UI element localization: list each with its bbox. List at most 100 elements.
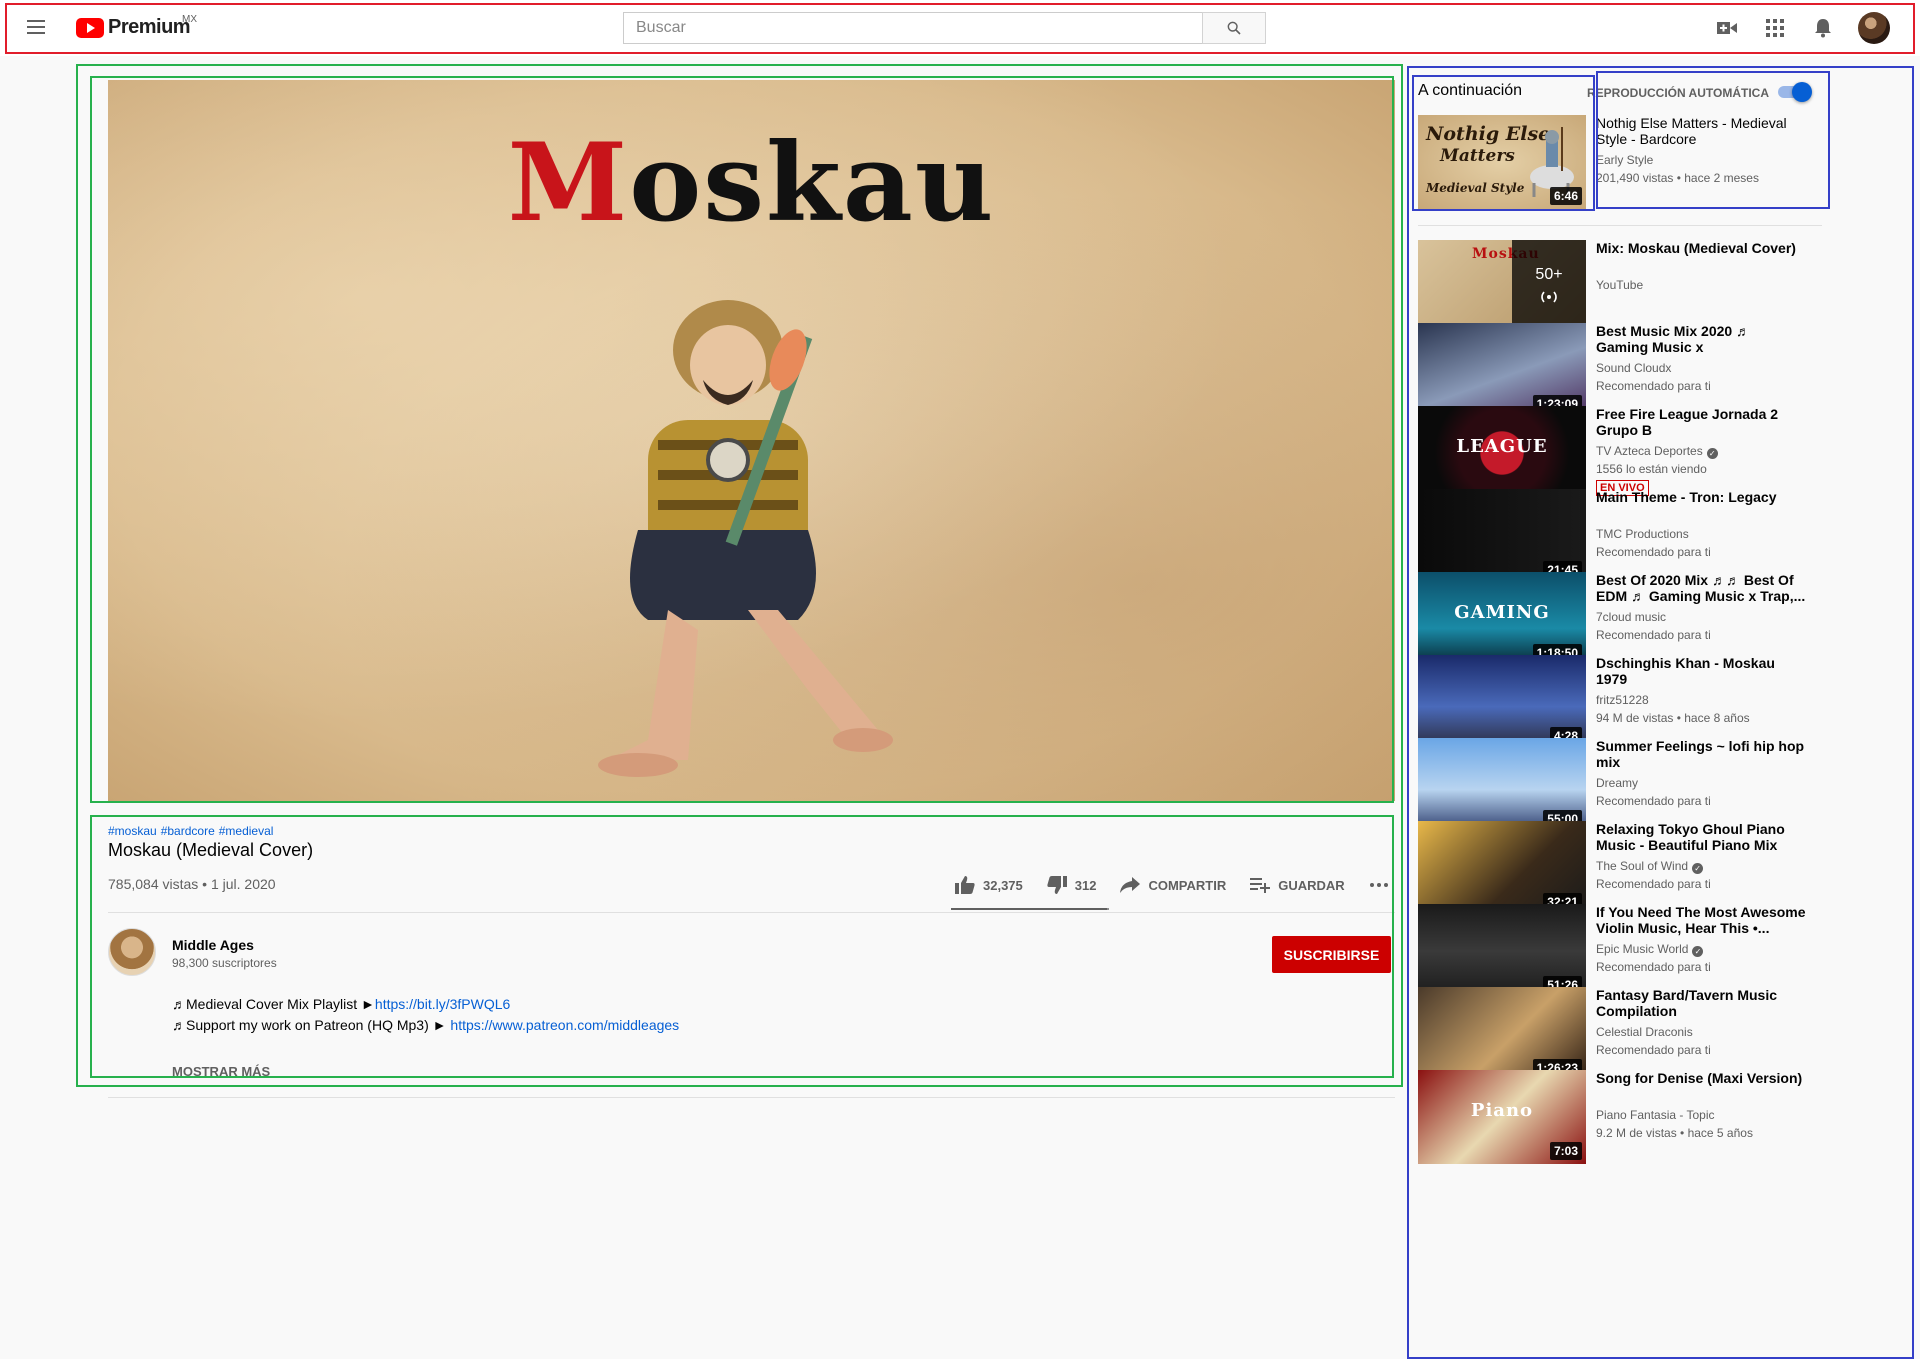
mongol-warrior-illustration bbox=[598, 300, 893, 777]
youtube-premium-logo[interactable]: Premium MX bbox=[76, 14, 197, 39]
video-metadata: Recomendado para ti bbox=[1596, 628, 1711, 642]
create-video-icon[interactable] bbox=[1714, 15, 1740, 41]
like-dislike-ratio-bar bbox=[951, 908, 1109, 910]
recommended-video[interactable]: 32:21 Relaxing Tokyo Ghoul Piano Music - … bbox=[1418, 821, 1838, 915]
thumbs-up-icon bbox=[955, 876, 975, 894]
video-thumbnail: 1:26:23 bbox=[1418, 987, 1586, 1081]
autoplay-label: Reproducción automática bbox=[1587, 86, 1769, 100]
recommended-video[interactable]: 4:28 Dschinghis Khan - Moskau 1979 fritz51… bbox=[1418, 655, 1838, 749]
verified-check-icon: ✓ bbox=[1706, 448, 1718, 459]
more-horizontal-icon bbox=[1369, 883, 1388, 887]
video-title: Best Of 2020 Mix ♬♬ Best Of EDM ♬ Gaming… bbox=[1596, 572, 1806, 604]
recommended-video[interactable]: 51:26 If You Need The Most Awesome Violin… bbox=[1418, 904, 1838, 998]
video-thumbnail: LEAGUE bbox=[1418, 406, 1586, 500]
like-ratio-fill bbox=[951, 908, 1108, 910]
header-actions bbox=[1714, 12, 1890, 44]
video-metadata: Recomendado para ti bbox=[1596, 1043, 1711, 1057]
video-title: Relaxing Tokyo Ghoul Piano Music - Beaut… bbox=[1596, 821, 1785, 853]
apps-grid-icon[interactable] bbox=[1762, 15, 1788, 41]
thumbnail-text: GAMING bbox=[1454, 602, 1550, 623]
desc-line-text: ♬Support my work on Patreon (HQ Mp3) ► bbox=[172, 1017, 451, 1033]
save-button[interactable]: Guardar bbox=[1250, 877, 1345, 893]
video-title: Best Music Mix 2020 ♬ Gaming Music x Noc… bbox=[1596, 323, 1751, 355]
video-title: Nothig Else Matters - Medieval Style - B… bbox=[1596, 115, 1787, 147]
divider bbox=[1418, 225, 1822, 226]
recommended-video[interactable]: GAMING 1:18:50 Best Of 2020 Mix ♬♬ Best Of… bbox=[1418, 572, 1838, 666]
recommended-video[interactable]: LEAGUE Free Fire League Jornada 2 Grupo B… bbox=[1418, 406, 1838, 500]
video-thumbnail: 51:26 bbox=[1418, 904, 1586, 998]
recommended-video[interactable]: Piano 7:03 Song for Denise (Maxi Version) P… bbox=[1418, 1070, 1838, 1164]
up-next-video[interactable]: Nothig Else Matters Medieval Style 6:46 … bbox=[1418, 115, 1838, 209]
hashtag-link[interactable]: #bardcore bbox=[161, 824, 215, 838]
hashtag-link[interactable]: #moskau bbox=[108, 824, 157, 838]
autoplay-toggle[interactable] bbox=[1776, 82, 1812, 102]
channel-name[interactable]: Middle Ages bbox=[172, 937, 254, 953]
video-thumbnail: 32:21 bbox=[1418, 821, 1586, 915]
video-metadata: Recomendado para ti bbox=[1596, 960, 1711, 974]
video-actions: 32,375 312 Compartir Guardar bbox=[955, 876, 1389, 894]
show-more-button[interactable]: Mostrar más bbox=[172, 1064, 270, 1079]
thumbnail-text: LEAGUE bbox=[1456, 436, 1548, 457]
video-metadata: Recomendado para ti bbox=[1596, 794, 1711, 808]
video-thumbnail: Piano 7:03 bbox=[1418, 1070, 1586, 1164]
recommended-video[interactable]: Moskau 50+ Mix: Moskau (Medieval Cover) You… bbox=[1418, 240, 1838, 334]
recommended-video[interactable]: 1:26:23 Fantasy Bard/Tavern Music Compila… bbox=[1418, 987, 1838, 1081]
channel-name: Early Style bbox=[1596, 153, 1654, 167]
search-icon bbox=[1227, 21, 1241, 35]
more-actions-button[interactable] bbox=[1369, 882, 1389, 888]
channel-name: Sound Cloudx bbox=[1596, 361, 1672, 375]
youtube-logo-icon bbox=[76, 17, 104, 38]
mix-count: 50+ bbox=[1535, 265, 1563, 283]
mix-overlay: 50+ bbox=[1512, 240, 1586, 334]
search-input[interactable] bbox=[623, 12, 1202, 44]
video-metadata: 94 M de vistas • hace 8 años bbox=[1596, 711, 1750, 725]
subscribe-button[interactable]: Suscribirse bbox=[1272, 936, 1391, 973]
video-thumbnail: 1:23:09 bbox=[1418, 323, 1586, 417]
recommended-video[interactable]: 1:23:09 Best Music Mix 2020 ♬ Gaming Musi… bbox=[1418, 323, 1838, 417]
channel-name: The Soul of Wind ✓ bbox=[1596, 859, 1704, 874]
search-button[interactable] bbox=[1202, 12, 1266, 44]
playlist-add-icon bbox=[1250, 878, 1271, 893]
up-next-heading: A continuación bbox=[1418, 82, 1523, 99]
video-player[interactable]: Moskau bbox=[108, 80, 1395, 801]
video-hashtags: #moskau #bardcore #medieval bbox=[108, 824, 277, 838]
video-title: Summer Feelings ~ lofi hip hop mix bbox=[1596, 738, 1805, 770]
video-thumbnail: GAMING 1:18:50 bbox=[1418, 572, 1586, 666]
notifications-bell-icon[interactable] bbox=[1810, 15, 1836, 41]
channel-name: Epic Music World ✓ bbox=[1596, 942, 1704, 957]
hashtag-link[interactable]: #medieval bbox=[219, 824, 274, 838]
video-title: Moskau (Medieval Cover) bbox=[108, 840, 314, 860]
channel-name: Dreamy bbox=[1596, 776, 1639, 790]
video-title: Dschinghis Khan - Moskau 1979 bbox=[1596, 655, 1775, 687]
playlist-link[interactable]: https://bit.ly/3fPWQL6 bbox=[375, 996, 510, 1012]
masthead: Premium MX bbox=[0, 0, 1920, 56]
channel-name: fritz51228 bbox=[1596, 693, 1649, 707]
share-arrow-icon bbox=[1120, 877, 1141, 893]
dislike-button[interactable]: 312 bbox=[1047, 876, 1096, 894]
share-label: Compartir bbox=[1148, 877, 1227, 893]
video-title: Main Theme - Tron: Legacy bbox=[1596, 489, 1777, 505]
recommended-video[interactable]: 55:00 Summer Feelings ~ lofi hip hop mix D… bbox=[1418, 738, 1838, 832]
video-description: ♬Medieval Cover Mix Playlist ►https://bi… bbox=[172, 994, 679, 1036]
logo-text: Premium bbox=[108, 16, 191, 38]
like-count: 32,375 bbox=[983, 877, 1023, 893]
video-thumbnail: 21:45 bbox=[1418, 489, 1586, 583]
share-button[interactable]: Compartir bbox=[1120, 877, 1226, 893]
video-duration: 6:46 bbox=[1549, 187, 1582, 205]
channel-name: Celestial Draconis bbox=[1596, 1025, 1693, 1039]
divider bbox=[108, 1097, 1395, 1098]
patreon-link[interactable]: https://www.patreon.com/middleages bbox=[450, 1017, 679, 1033]
user-avatar[interactable] bbox=[1858, 12, 1890, 44]
video-metadata: Recomendado para ti bbox=[1596, 379, 1711, 393]
toggle-knob bbox=[1792, 82, 1812, 102]
video-thumbnail: Moskau 50+ bbox=[1418, 240, 1586, 334]
channel-avatar[interactable] bbox=[108, 928, 156, 976]
video-title: Mix: Moskau (Medieval Cover) bbox=[1596, 240, 1796, 256]
video-title: Free Fire League Jornada 2 Grupo B bbox=[1596, 406, 1779, 438]
like-button[interactable]: 32,375 bbox=[955, 876, 1023, 894]
video-thumbnail: 4:28 bbox=[1418, 655, 1586, 749]
recommended-video[interactable]: 21:45 Main Theme - Tron: Legacy TMC Produc… bbox=[1418, 489, 1838, 583]
mix-radio-icon bbox=[1539, 290, 1559, 309]
region-code: MX bbox=[182, 14, 197, 25]
menu-icon[interactable] bbox=[24, 17, 48, 39]
